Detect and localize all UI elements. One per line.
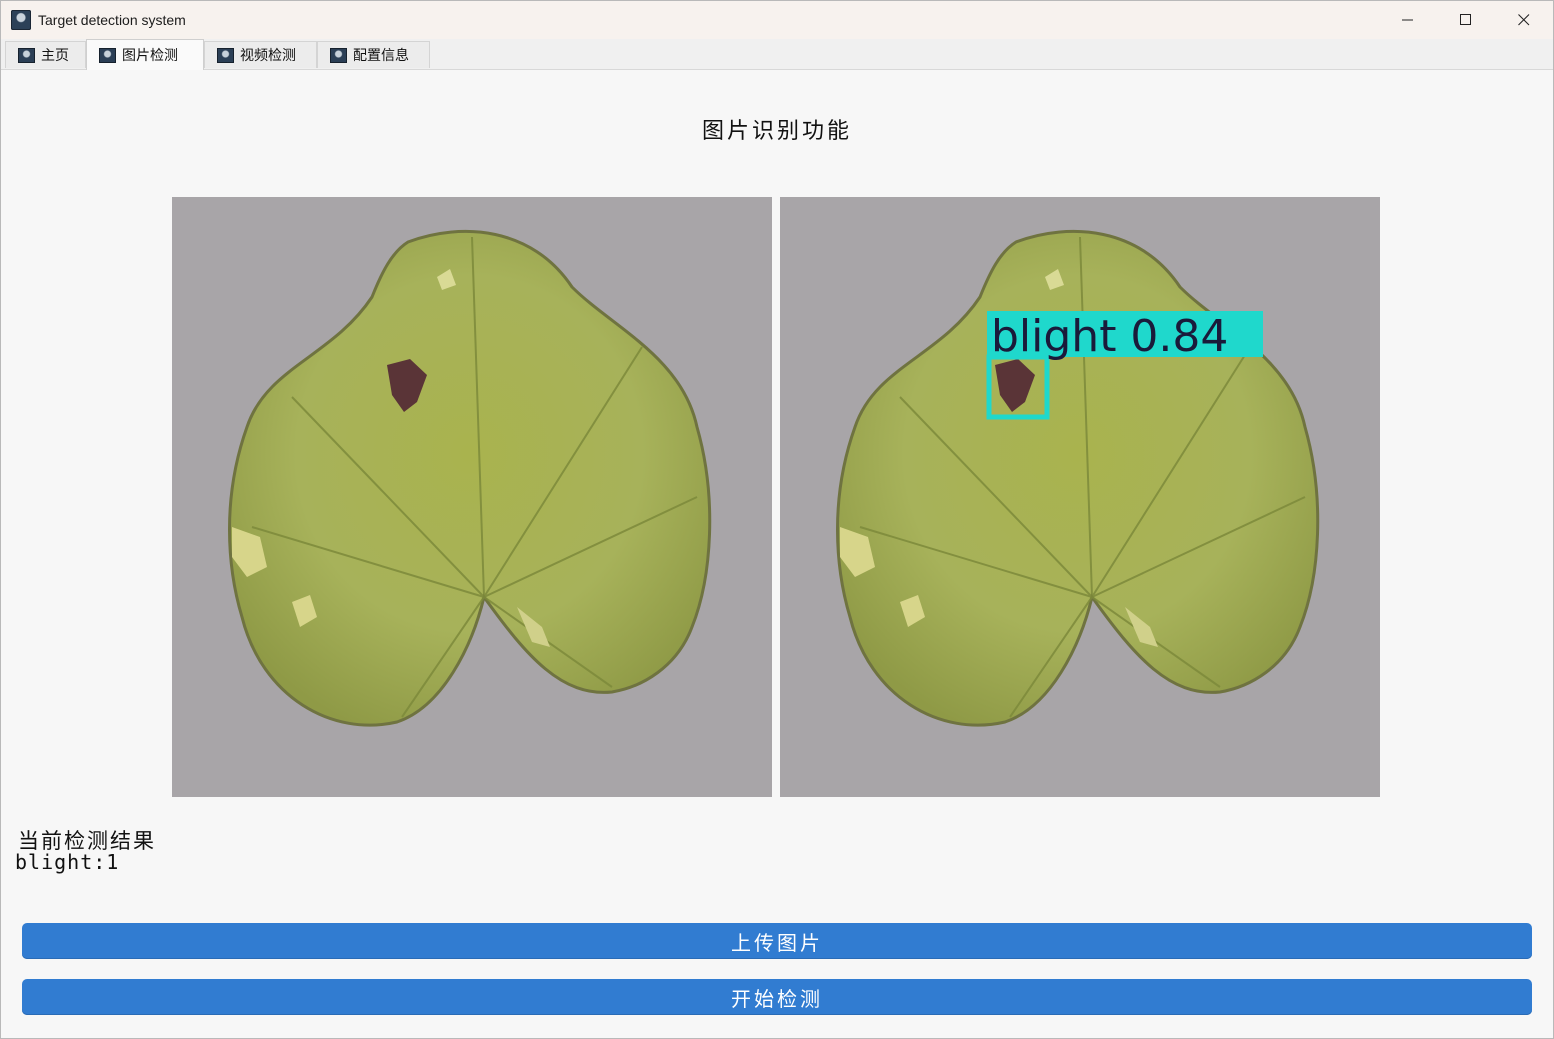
title-bar: Target detection system bbox=[1, 1, 1553, 39]
app-icon bbox=[99, 47, 116, 63]
close-icon bbox=[1518, 14, 1530, 26]
result-value: blight:1 bbox=[15, 850, 120, 874]
maximize-button[interactable] bbox=[1437, 1, 1495, 39]
leaf-image bbox=[172, 197, 772, 797]
tab-config-info[interactable]: 配置信息 bbox=[317, 41, 430, 68]
close-button[interactable] bbox=[1495, 1, 1553, 39]
app-window: Target detection system 主页 图片检测 视频检测 配置信… bbox=[0, 0, 1554, 1039]
window-title: Target detection system bbox=[38, 12, 186, 28]
tab-home[interactable]: 主页 bbox=[5, 41, 86, 68]
tab-video-detection[interactable]: 视频检测 bbox=[204, 41, 317, 68]
app-icon bbox=[11, 10, 31, 30]
upload-image-button[interactable]: 上传图片 bbox=[22, 923, 1532, 959]
detection-result-image: blight 0.84 bbox=[780, 197, 1380, 797]
tab-label: 主页 bbox=[41, 48, 69, 64]
tab-image-detection[interactable]: 图片检测 bbox=[86, 39, 204, 70]
minimize-icon bbox=[1402, 19, 1413, 21]
window-controls bbox=[1379, 1, 1553, 39]
page-title: 图片识别功能 bbox=[701, 119, 852, 144]
original-image bbox=[172, 197, 772, 797]
app-icon bbox=[330, 47, 347, 63]
start-detection-button[interactable]: 开始检测 bbox=[22, 979, 1532, 1015]
app-icon bbox=[217, 47, 234, 63]
tab-label: 图片检测 bbox=[122, 48, 178, 64]
app-icon bbox=[18, 47, 35, 63]
tab-label: 视频检测 bbox=[240, 48, 296, 64]
tab-label: 配置信息 bbox=[353, 48, 409, 64]
leaf-image: blight 0.84 bbox=[780, 197, 1380, 797]
detection-label: blight 0.84 bbox=[991, 311, 1228, 362]
minimize-button[interactable] bbox=[1379, 1, 1437, 39]
maximize-icon bbox=[1460, 14, 1471, 25]
tab-bar: 主页 图片检测 视频检测 配置信息 bbox=[1, 39, 1553, 70]
